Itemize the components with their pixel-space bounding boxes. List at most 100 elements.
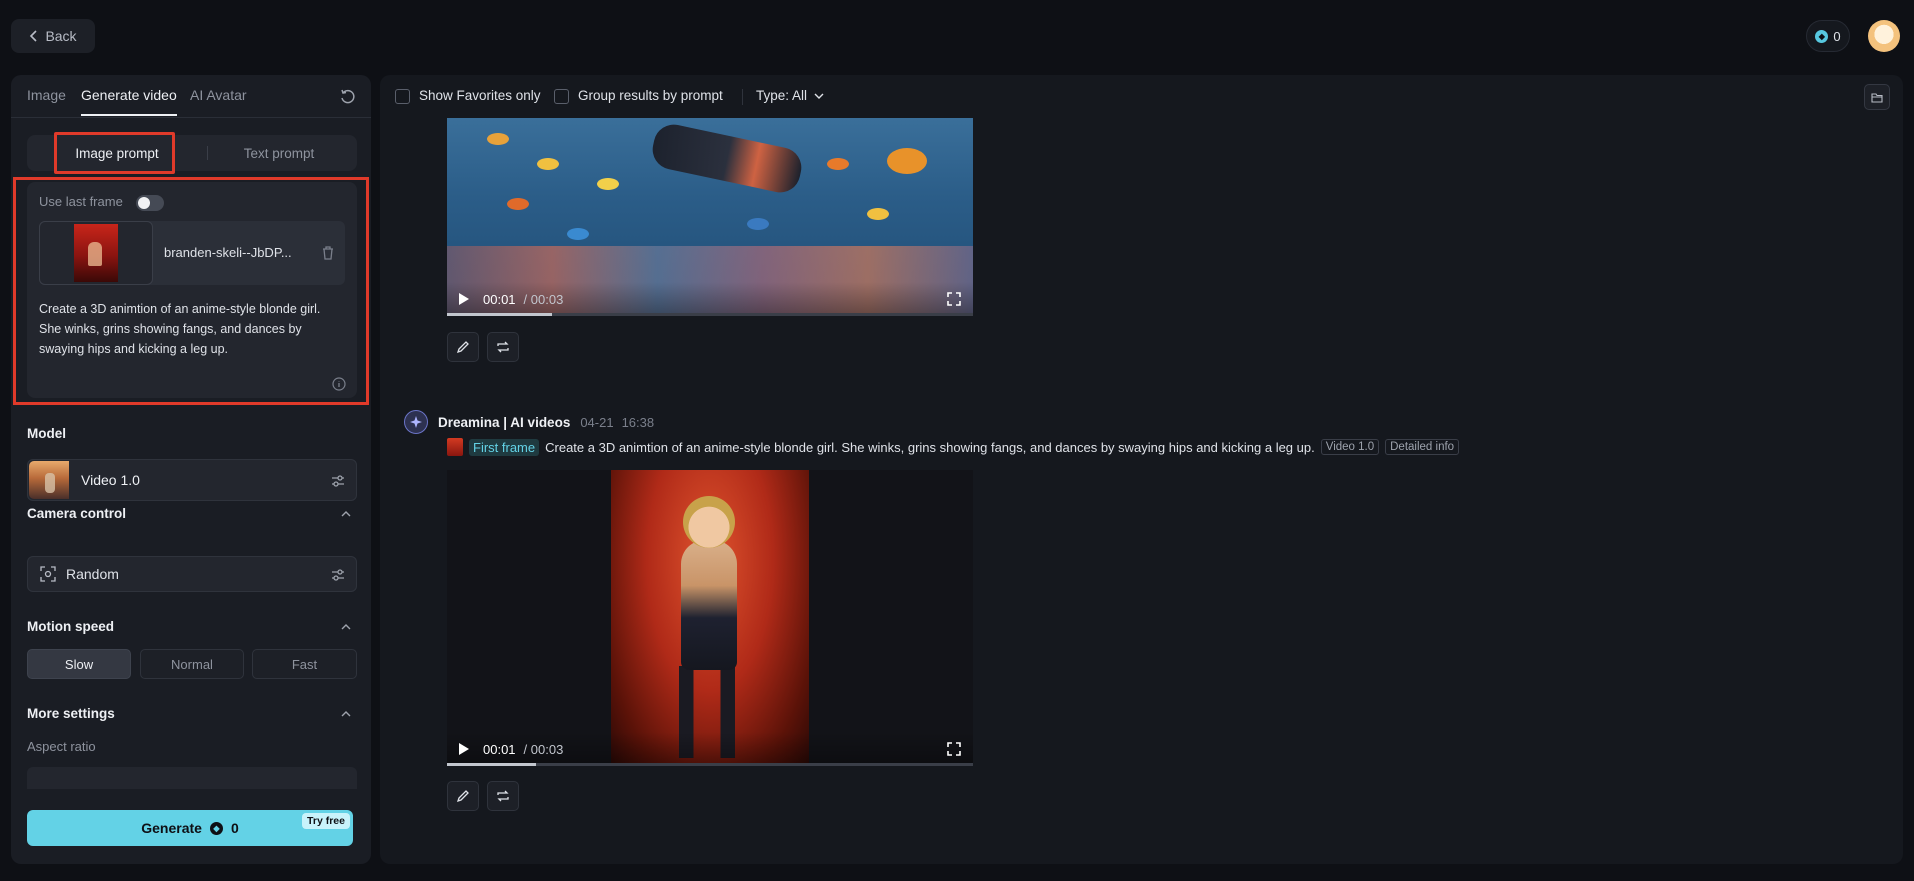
camera-focus-icon [40,566,56,582]
chevron-up-icon[interactable] [340,708,352,720]
speed-fast-button[interactable]: Fast [252,649,357,679]
chevron-down-icon [814,93,824,99]
result-date: 04-21 [580,414,614,430]
play-icon[interactable] [459,743,469,755]
total-time-value: 00:03 [530,291,564,307]
generate-cost: 0 [230,820,239,836]
show-favorites-checkbox[interactable] [395,89,410,104]
video-frame [611,470,809,766]
video-progress-track[interactable] [447,763,973,766]
speed-normal-button[interactable]: Normal [140,649,244,679]
use-last-frame-toggle[interactable] [136,195,164,211]
aspect-ratio-select[interactable] [27,767,357,789]
uploaded-file-row: branden-skeli--JbDP... [39,221,345,285]
scene-detail [867,208,889,220]
first-frame-thumbnail[interactable] [447,438,463,456]
video-progress-fill [447,763,537,766]
result-time: 16:38 [621,414,655,430]
first-frame-tag[interactable]: First frame [469,438,540,456]
pencil-icon [456,790,469,803]
chevron-up-icon[interactable] [340,621,352,633]
fullscreen-icon[interactable] [947,292,961,306]
motion-speed-title: Motion speed [27,619,114,634]
tab-generate-video[interactable]: Generate video [81,87,177,116]
fullscreen-icon[interactable] [947,742,961,756]
scene-figure-head [683,496,735,548]
pencil-icon [456,341,469,354]
model-chip: Video 1.0 [1320,439,1380,455]
prompt-mode-switch: Image prompt Text prompt [27,135,357,171]
detailed-info-chip[interactable]: Detailed info [1385,439,1460,455]
back-button[interactable]: Back [11,19,95,53]
prompt-textarea[interactable]: Create a 3D animtion of an anime-style b… [39,299,345,359]
camera-control-value: Random [66,566,119,582]
generate-button[interactable]: Generate ◆ 0 Try free [27,810,353,846]
video-player-2[interactable]: 00:01 / 00:03 [447,470,973,766]
text-prompt-button[interactable]: Text prompt [219,135,339,171]
use-last-frame-label: Use last frame [39,194,123,209]
back-label: Back [45,28,77,44]
scene-detail [537,158,559,170]
try-free-badge: Try free [302,813,350,829]
show-favorites-label[interactable]: Show Favorites only [419,88,541,103]
chevron-up-icon[interactable] [340,508,352,520]
chevron-left-icon [30,30,38,42]
model-select[interactable]: Video 1.0 [27,459,357,501]
regenerate-button[interactable] [487,781,519,811]
mode-tabs: Image Generate video AI Avatar [11,75,371,118]
filter-bar: Show Favorites only Group results by pro… [380,75,1903,118]
tab-ai-avatar[interactable]: AI Avatar [190,87,247,103]
uploaded-image-frame[interactable] [39,221,153,285]
repeat-icon [497,341,509,353]
generate-label: Generate [141,820,202,836]
reset-icon[interactable] [339,88,357,106]
aspect-ratio-label: Aspect ratio [27,739,96,754]
group-by-prompt-checkbox[interactable] [554,89,569,104]
model-value: Video 1.0 [81,472,140,488]
type-filter-label: Type: All [756,88,808,103]
video-controls: 00:01 / 00:03 [447,282,973,316]
total-time: / 00:03 [523,291,564,307]
speed-slow-button[interactable]: Slow [27,649,131,679]
scene-detail [597,178,619,190]
user-avatar[interactable] [1868,20,1900,52]
edit-button[interactable] [447,781,479,811]
regenerate-button[interactable] [487,332,519,362]
credit-coin-icon: ◆ [209,821,223,835]
type-filter-dropdown[interactable]: Type: All [756,88,824,103]
trash-icon[interactable] [321,245,335,261]
current-time: 00:01 [483,291,516,307]
folder-button[interactable] [1864,84,1890,110]
result-prompt-text: Create a 3D animtion of an anime-style b… [545,439,1315,455]
sliders-icon [332,475,344,487]
total-time: / 00:03 [523,741,564,757]
video-progress-track[interactable] [447,313,973,316]
scene-detail [567,228,589,240]
info-icon[interactable] [332,377,346,391]
group-by-prompt-label[interactable]: Group results by prompt [578,88,723,103]
image-prompt-button[interactable]: Image prompt [57,135,177,171]
scene-diver [648,120,806,197]
total-time-value: 00:03 [530,741,564,757]
scene-detail [747,218,769,230]
current-time: 00:01 [483,741,516,757]
video-player-1[interactable]: 00:01 / 00:03 [447,118,973,316]
edit-button[interactable] [447,332,479,362]
switch-divider [207,146,208,160]
credit-coin-icon: ◆ [1815,29,1829,43]
sliders-icon [332,569,344,581]
camera-control-select[interactable]: Random [27,556,357,592]
repeat-icon [497,790,509,802]
image-prompt-card: Use last frame branden-skeli--JbDP... Cr… [27,182,357,398]
scene-detail [827,158,849,170]
model-title: Model [27,426,66,441]
scene-figure-body [681,540,737,670]
tab-image[interactable]: Image [27,87,66,103]
scene-detail [887,148,927,174]
credits-badge[interactable]: ◆ 0 [1806,20,1850,52]
model-thumbnail [29,461,69,499]
filter-divider [742,89,743,105]
play-icon[interactable] [459,293,469,305]
result-source: Dreamina | AI videos [438,414,571,430]
uploaded-file-name: branden-skeli--JbDP... [164,245,292,260]
